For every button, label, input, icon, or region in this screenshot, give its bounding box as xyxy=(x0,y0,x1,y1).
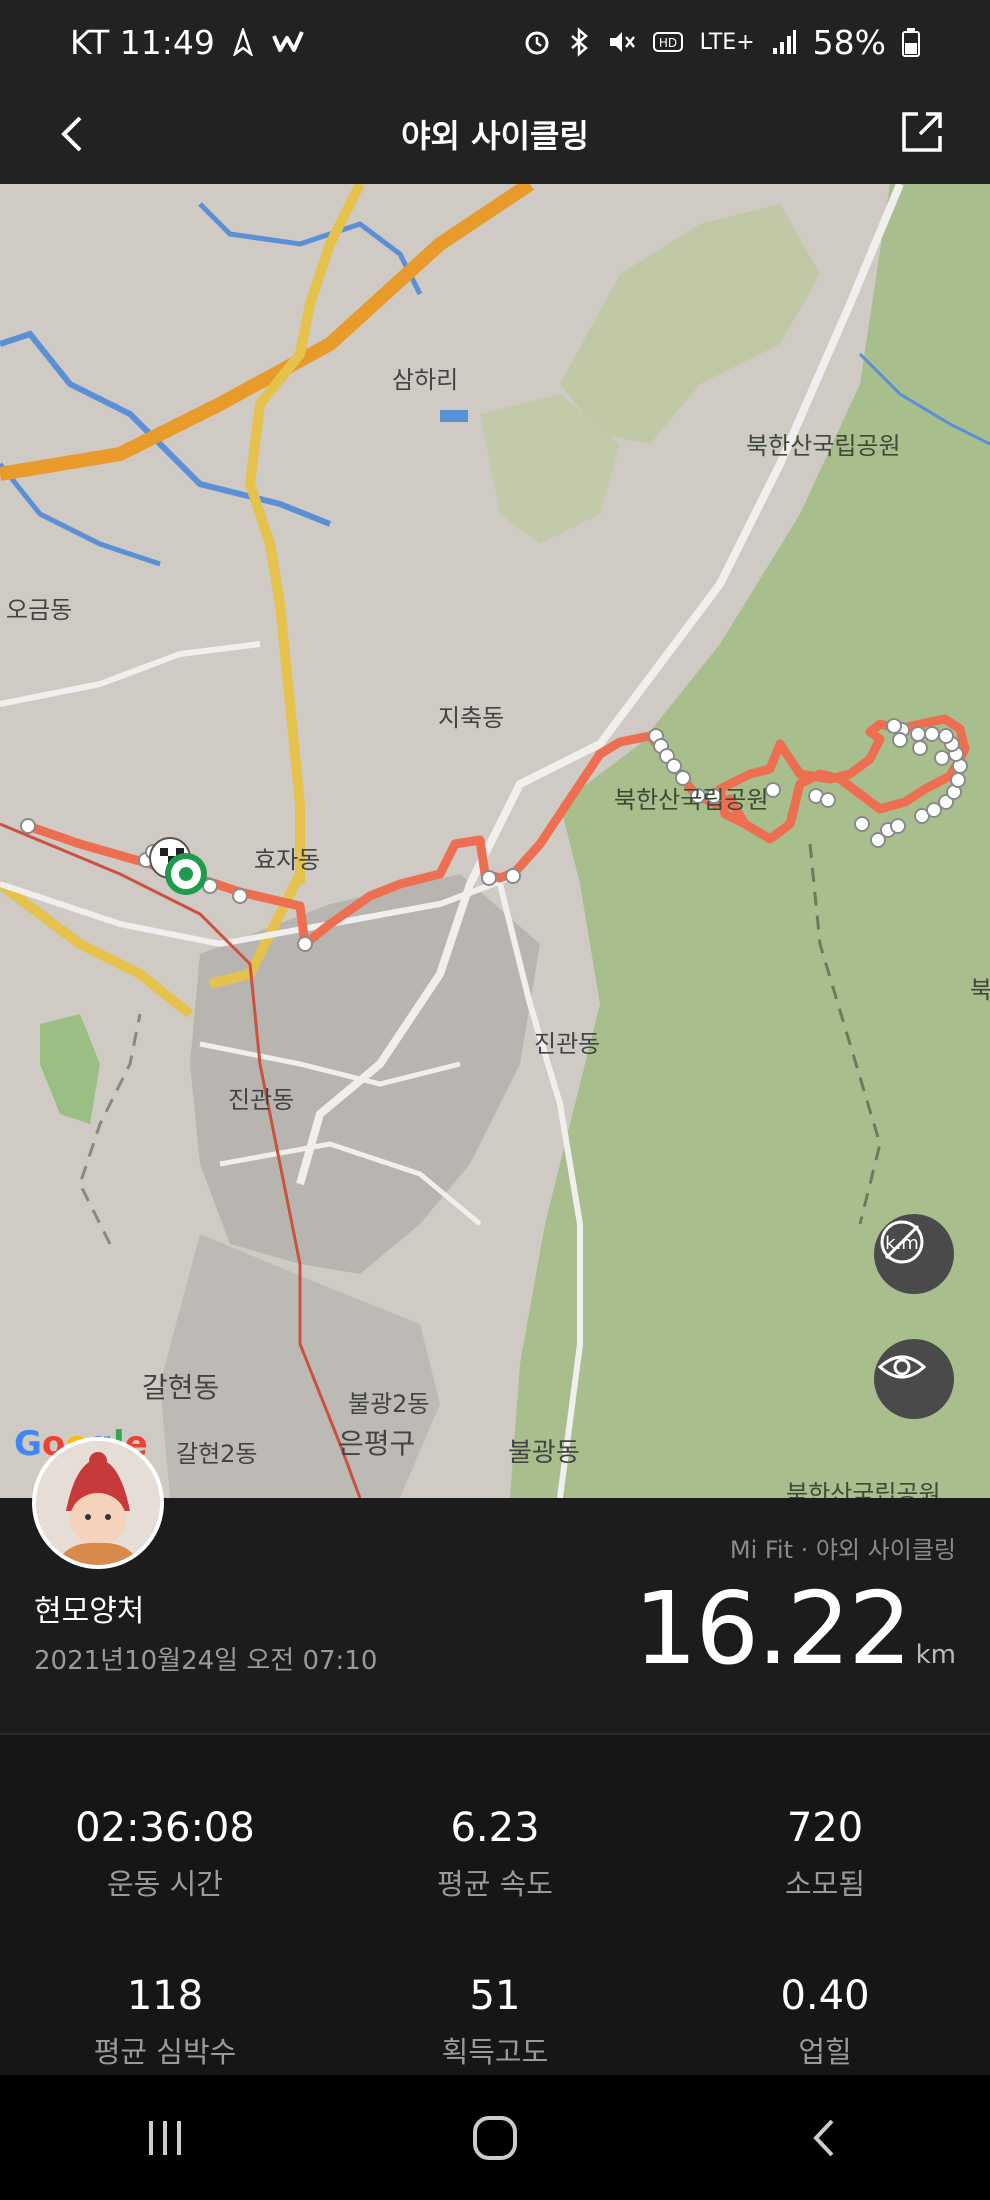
eye-icon xyxy=(877,1355,927,1379)
stat-value: 6.23 xyxy=(450,1805,540,1851)
recent-apps-icon xyxy=(149,2120,181,2155)
home-icon xyxy=(473,2115,517,2160)
stats-grid: 02:36:08 운동 시간 6.23 평균 속도 720 소모됨 118 평균… xyxy=(0,1735,990,2075)
distance-value: 16.22 xyxy=(633,1570,912,1687)
route-map[interactable]: 삼하리 북한산국립공원 오금동 지축동 북한산국립공원 효자동 진관동 진관동 … xyxy=(0,184,990,1498)
signal-icon xyxy=(772,30,796,54)
stat-label: 소모됨 xyxy=(784,1867,866,1901)
map-label-galhyeon2dong: 갈현2동 xyxy=(176,1440,258,1468)
map-label-galhyeondong: 갈현동 xyxy=(142,1371,220,1404)
stat-value: 02:36:08 xyxy=(75,1805,255,1851)
stat-exercise-time: 02:36:08 운동 시간 xyxy=(0,1805,330,1903)
stat-value: 0.40 xyxy=(780,1973,870,2019)
stat-label: 운동 시간 xyxy=(107,1867,223,1901)
stat-calories: 720 소모됨 xyxy=(660,1805,990,1903)
map-label-bukhansan-north: 북한산국립공원 xyxy=(746,432,901,460)
map-label-samhari: 삼하리 xyxy=(392,366,459,394)
stat-label: 평균 심박수 xyxy=(93,2035,237,2069)
chevron-left-icon xyxy=(61,116,82,152)
w-app-icon xyxy=(271,31,304,52)
stat-value: 720 xyxy=(786,1805,864,1851)
map-label-hyojadong: 효자동 xyxy=(254,846,321,874)
map-label-bulgwangdong: 불광동 xyxy=(508,1438,580,1468)
map-label-jingwandong-west: 진관동 xyxy=(228,1086,295,1114)
user-name: 현모양처 xyxy=(34,1594,145,1629)
distance-unit: km xyxy=(915,1640,956,1670)
status-bar-right: HD LTE+ 58% xyxy=(522,23,920,62)
stat-label: 획득고도 xyxy=(441,2035,549,2069)
battery-percent: 58% xyxy=(812,22,886,62)
navigation-icon xyxy=(232,28,253,56)
app-bar: 야외 사이클링 xyxy=(0,84,990,184)
map-label-bukhansan-bottom: 북한산국립공원 xyxy=(786,1480,941,1498)
alarm-icon xyxy=(525,31,549,55)
back-icon xyxy=(813,2119,834,2156)
share-button[interactable] xyxy=(890,100,954,164)
bluetooth-icon xyxy=(570,27,588,57)
carrier-time: KT 11:49 xyxy=(70,22,215,62)
workout-datetime: 2021년10월24일 오전 07:10 xyxy=(34,1646,378,1676)
home-button[interactable] xyxy=(435,2098,555,2178)
status-bar-left: KT 11:49 xyxy=(70,23,305,62)
avatar[interactable] xyxy=(32,1437,164,1569)
page-title: 야외 사이클링 xyxy=(401,117,589,155)
workout-source: Mi Fit · 야외 사이클링 xyxy=(729,1536,956,1564)
stat-avg-heart-rate: 118 평균 심박수 xyxy=(0,1973,330,2071)
hd-icon: HD xyxy=(652,32,683,52)
stat-uphill: 0.40 업힐 xyxy=(660,1973,990,2071)
svg-text:HD: HD xyxy=(659,36,677,50)
map-label-eunpyeonggu: 은평구 xyxy=(338,1427,416,1460)
stat-value: 118 xyxy=(126,1973,204,2019)
stat-value: 51 xyxy=(469,1973,521,2019)
start-marker xyxy=(165,853,207,895)
system-nav-bar xyxy=(0,2075,990,2200)
avatar-photo xyxy=(36,1441,160,1565)
stat-label: 평균 속도 xyxy=(437,1867,553,1901)
stat-elevation-gain: 51 획득고도 xyxy=(330,1973,660,2071)
system-back-button[interactable] xyxy=(765,2098,885,2178)
map-label-ogeumdong: 오금동 xyxy=(6,596,73,624)
battery-icon xyxy=(902,28,920,57)
toggle-view-button[interactable] xyxy=(874,1339,954,1419)
map-label-jingwandong-east: 진관동 xyxy=(534,1030,601,1058)
map-label-edge: 북 xyxy=(970,976,990,1004)
share-icon xyxy=(902,112,942,152)
map-label-bukhansan-mid: 북한산국립공원 xyxy=(614,786,769,814)
hide-km-markers-icon: k.m xyxy=(880,1220,924,1264)
toggle-km-markers-button[interactable]: k.m xyxy=(874,1214,954,1294)
stat-label: 업힐 xyxy=(798,2035,852,2069)
network-type: LTE+ xyxy=(699,29,755,55)
stat-avg-speed: 6.23 평균 속도 xyxy=(330,1805,660,1903)
recent-apps-button[interactable] xyxy=(105,2098,225,2178)
status-bar: KT 11:49 HD LTE+ 58% xyxy=(0,0,990,84)
map-label-jichukdong: 지축동 xyxy=(438,704,505,732)
map-label-bulgwang2dong: 불광2동 xyxy=(348,1390,430,1418)
mute-icon xyxy=(609,32,635,52)
back-button[interactable] xyxy=(46,104,106,164)
map-canvas[interactable] xyxy=(0,184,990,1498)
